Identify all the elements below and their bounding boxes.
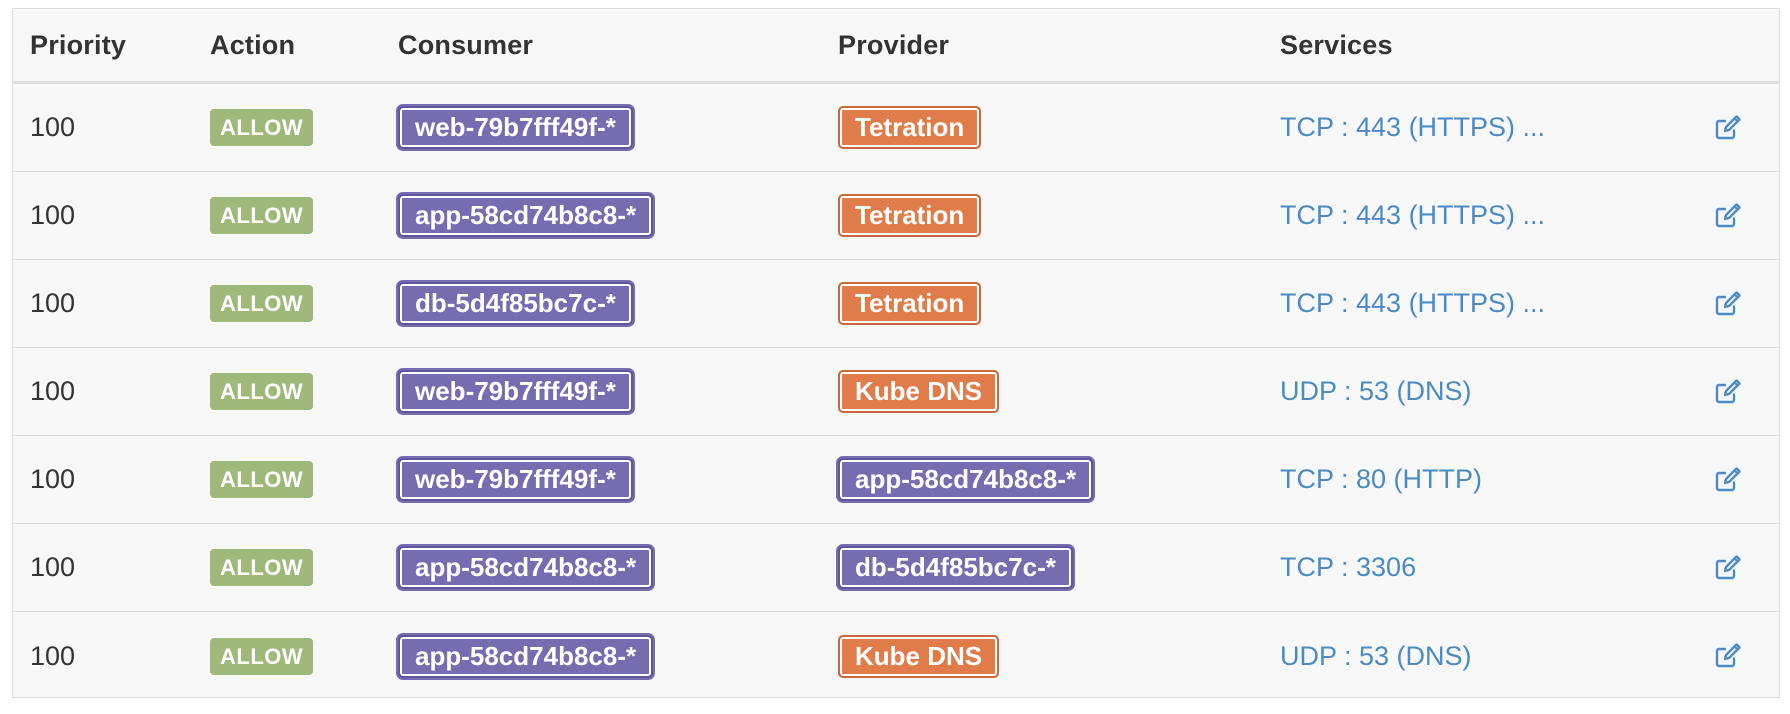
priority-value: 100: [30, 640, 76, 671]
edit-icon-svg: [1715, 466, 1741, 491]
table-body: 100 ALLOW web-79b7fff49f-* Tetration TCP…: [13, 84, 1779, 700]
action-badge: ALLOW: [210, 109, 314, 146]
table-header: Priority Action Consumer Provider Servic…: [13, 9, 1779, 84]
consumer-tag[interactable]: app-58cd74b8c8-*: [398, 634, 654, 678]
priority-value: 100: [30, 288, 76, 318]
consumer-tag[interactable]: web-79b7fff49f-*: [398, 370, 633, 413]
table-row: 100 ALLOW app-58cd74b8c8-* db-5d4f85bc7c…: [13, 524, 1779, 612]
services-link[interactable]: TCP : 443 (HTTPS) ...: [1280, 200, 1545, 231]
provider-tag[interactable]: Tetration: [838, 194, 982, 237]
edit-icon-svg: [1715, 554, 1741, 579]
consumer-tag[interactable]: web-79b7fff49f-*: [398, 106, 633, 149]
priority-value: 100: [30, 112, 76, 142]
provider-tag[interactable]: Kube DNS: [838, 634, 1000, 678]
provider-tag[interactable]: Kube DNS: [838, 370, 1000, 413]
column-header-provider[interactable]: Provider: [838, 9, 1278, 81]
table-row: 100 ALLOW app-58cd74b8c8-* Tetration TCP…: [13, 172, 1779, 260]
table-row: 100 ALLOW web-79b7fff49f-* Kube DNS UDP …: [13, 348, 1779, 436]
edit-icon[interactable]: [1713, 289, 1743, 319]
edit-icon[interactable]: [1713, 553, 1743, 583]
edit-icon[interactable]: [1713, 377, 1743, 407]
provider-tag[interactable]: Tetration: [838, 282, 982, 325]
services-link[interactable]: UDP : 53 (DNS): [1280, 641, 1472, 672]
table-row: 100 ALLOW web-79b7fff49f-* Tetration TCP…: [13, 84, 1779, 172]
services-link[interactable]: TCP : 80 (HTTP): [1280, 464, 1482, 495]
consumer-tag[interactable]: web-79b7fff49f-*: [398, 458, 633, 501]
action-badge: ALLOW: [210, 285, 314, 322]
priority-value: 100: [30, 464, 76, 494]
priority-value: 100: [30, 376, 76, 406]
table-row: 100 ALLOW web-79b7fff49f-* app-58cd74b8c…: [13, 436, 1779, 524]
priority-value: 100: [30, 552, 76, 582]
table-row: 100 ALLOW app-58cd74b8c8-* Kube DNS UDP …: [13, 612, 1779, 700]
edit-icon[interactable]: [1713, 201, 1743, 231]
edit-icon[interactable]: [1713, 465, 1743, 495]
action-badge: ALLOW: [210, 637, 314, 675]
column-header-consumer[interactable]: Consumer: [398, 9, 828, 81]
column-header-priority[interactable]: Priority: [30, 9, 190, 81]
edit-icon-svg: [1715, 290, 1741, 315]
edit-icon-svg: [1715, 643, 1741, 668]
column-header-services[interactable]: Services: [1280, 9, 1680, 81]
consumer-tag[interactable]: app-58cd74b8c8-*: [398, 194, 654, 237]
edit-icon[interactable]: [1713, 113, 1743, 143]
services-link[interactable]: UDP : 53 (DNS): [1280, 376, 1472, 407]
edit-icon-svg: [1715, 114, 1741, 139]
policy-table: Priority Action Consumer Provider Servic…: [12, 8, 1780, 698]
action-badge: ALLOW: [210, 373, 314, 410]
services-link[interactable]: TCP : 3306: [1280, 552, 1416, 583]
provider-tag[interactable]: app-58cd74b8c8-*: [838, 458, 1094, 501]
action-badge: ALLOW: [210, 197, 314, 234]
services-link[interactable]: TCP : 443 (HTTPS) ...: [1280, 288, 1545, 319]
column-header-action[interactable]: Action: [210, 9, 390, 81]
provider-tag[interactable]: Tetration: [838, 106, 982, 149]
action-badge: ALLOW: [210, 549, 314, 586]
services-link[interactable]: TCP : 443 (HTTPS) ...: [1280, 112, 1545, 143]
edit-icon-svg: [1715, 202, 1741, 227]
action-badge: ALLOW: [210, 461, 314, 498]
priority-value: 100: [30, 200, 76, 230]
table-row: 100 ALLOW db-5d4f85bc7c-* Tetration TCP …: [13, 260, 1779, 348]
provider-tag[interactable]: db-5d4f85bc7c-*: [838, 546, 1073, 589]
consumer-tag[interactable]: app-58cd74b8c8-*: [398, 546, 654, 589]
consumer-tag[interactable]: db-5d4f85bc7c-*: [398, 282, 633, 325]
edit-icon[interactable]: [1713, 641, 1743, 671]
edit-icon-svg: [1715, 378, 1741, 403]
